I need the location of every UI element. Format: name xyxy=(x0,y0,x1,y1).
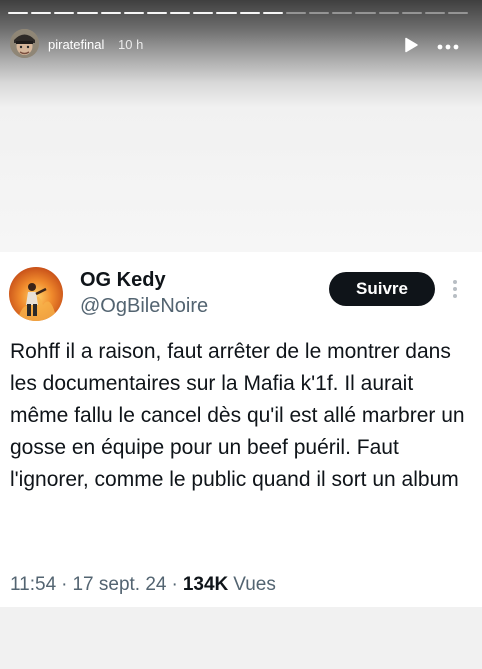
progress-segment xyxy=(447,12,469,14)
progress-segment xyxy=(262,12,283,14)
progress-segment xyxy=(193,12,214,14)
tweet-card: OG Kedy @OgBileNoire Suivre Rohff il a r… xyxy=(0,252,482,607)
tweet-handle[interactable]: @OgBileNoire xyxy=(80,295,208,318)
meta-separator: · xyxy=(61,574,68,595)
more-horizontal-icon xyxy=(437,44,459,50)
tweet-more-button[interactable] xyxy=(448,276,462,302)
tweet-views-count: 134K xyxy=(182,574,229,595)
story-username[interactable]: piratefinal xyxy=(48,37,104,52)
play-icon xyxy=(405,37,418,53)
progress-segment xyxy=(355,12,376,14)
story-time-ago: 10 h xyxy=(118,37,144,52)
tweet-display-name[interactable]: OG Kedy xyxy=(80,269,166,292)
tweet-avatar[interactable] xyxy=(9,267,63,321)
progress-segment xyxy=(216,12,237,14)
story-progress-bar xyxy=(8,12,469,14)
story-bottom-area xyxy=(0,607,482,669)
progress-segment xyxy=(54,12,75,14)
progress-segment xyxy=(100,12,121,14)
play-button[interactable] xyxy=(401,35,421,55)
follow-button[interactable]: Suivre xyxy=(329,272,435,306)
tweet-time[interactable]: 11:54 xyxy=(10,574,56,595)
progress-segment xyxy=(309,12,330,14)
progress-segment xyxy=(401,12,422,14)
tweet-text: Rohff il a raison, faut arrêter de le mo… xyxy=(10,340,465,491)
tweet-date[interactable]: 17 sept. 24 xyxy=(72,574,166,595)
progress-segment xyxy=(424,12,445,14)
progress-segment xyxy=(8,12,29,14)
tweet-meta: 11:54 · 17 sept. 24 · 134K Vues xyxy=(10,574,276,596)
progress-segment xyxy=(77,12,98,14)
tweet-views-label: Vues xyxy=(233,574,276,595)
story-header: piratefinal 10 h xyxy=(10,29,472,60)
story-avatar[interactable] xyxy=(10,29,39,58)
progress-segment xyxy=(31,12,52,14)
progress-segment xyxy=(378,12,399,14)
progress-segment xyxy=(239,12,260,14)
progress-segment xyxy=(123,12,144,14)
progress-segment xyxy=(170,12,191,14)
more-vertical-icon xyxy=(453,280,457,298)
meta-separator: · xyxy=(171,574,178,595)
progress-segment xyxy=(332,12,353,14)
progress-segment xyxy=(146,12,168,14)
progress-segment xyxy=(285,12,307,14)
story-more-button[interactable] xyxy=(434,33,462,55)
